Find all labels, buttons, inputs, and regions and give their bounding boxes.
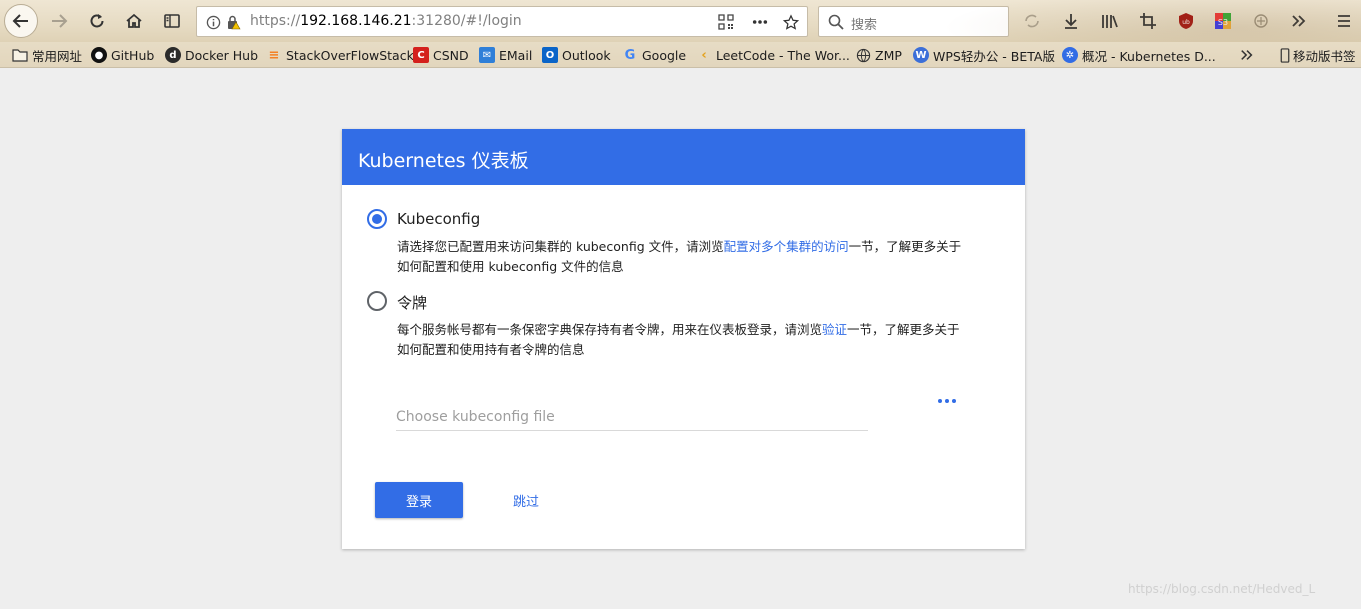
sync-icon[interactable] — [1022, 11, 1042, 31]
address-bar[interactable]: https://192.168.146.21:31280/#!/login — [196, 6, 808, 37]
menu-icon[interactable] — [1334, 11, 1354, 31]
outlook-icon: O — [542, 47, 558, 63]
bookmark-item[interactable]: G Google — [622, 46, 686, 64]
bookmark-item[interactable]: C CSND — [413, 46, 469, 64]
browse-file-button[interactable] — [935, 392, 959, 410]
kubernetes-icon: ✲ — [1062, 47, 1078, 63]
library-icon[interactable] — [1100, 11, 1120, 31]
bookmark-item[interactable]: d Docker Hub — [165, 46, 258, 64]
extension-icon[interactable] — [1251, 11, 1271, 31]
bookmark-item[interactable]: O Outlook — [542, 46, 611, 64]
token-label[interactable]: 令牌 — [397, 292, 427, 313]
qr-code-icon[interactable] — [718, 14, 734, 30]
bookmark-label: ZMP — [875, 47, 902, 63]
home-icon — [126, 13, 142, 28]
kubeconfig-radio[interactable] — [367, 209, 387, 229]
browser-toolbar: https://192.168.146.21:31280/#!/login 搜索… — [0, 0, 1361, 68]
kubeconfig-label[interactable]: Kubeconfig — [397, 210, 480, 228]
bookmark-label: GitHub — [111, 47, 155, 63]
bookmarks-overflow-button[interactable] — [1240, 46, 1254, 64]
bookmark-label: 常用网址 — [32, 48, 83, 64]
token-description: 每个服务帐号都有一条保密字典保存持有者令牌，用来在仪表板登录，请浏览验证一节，了… — [397, 322, 960, 357]
bookmark-item[interactable]: ● GitHub — [91, 46, 154, 64]
screenshot-icon[interactable] — [1138, 11, 1158, 31]
ublock-icon[interactable]: ub — [1176, 11, 1196, 31]
more-dots-icon — [938, 399, 942, 403]
docker-icon: d — [165, 47, 181, 63]
search-placeholder: 搜索 — [851, 18, 878, 33]
bookmark-item[interactable]: ✉ EMail — [479, 46, 532, 64]
forward-icon — [52, 14, 68, 28]
insecure-lock-icon[interactable] — [225, 14, 241, 30]
multi-cluster-access-link[interactable]: 配置对多个集群的访问 — [724, 239, 849, 254]
email-icon: ✉ — [479, 47, 495, 63]
bookmark-item[interactable]: ✲ 概况 - Kubernetes D... — [1062, 46, 1216, 64]
sidebar-icon — [164, 14, 180, 28]
sidebar-button[interactable] — [157, 6, 187, 36]
mobile-bookmarks-label: 移动版书签 — [1293, 48, 1356, 64]
bookmark-item[interactable]: W WPS轻办公 - BETA版 — [913, 46, 1055, 64]
card-header: Kubernetes 仪表板 — [342, 129, 1025, 185]
leetcode-icon: ‹ — [701, 47, 707, 63]
reload-icon — [90, 14, 104, 28]
google-icon: G — [624, 47, 636, 63]
bookmark-star-icon[interactable] — [783, 13, 799, 30]
search-bar[interactable]: 搜索 — [818, 6, 1009, 37]
home-button[interactable] — [119, 6, 149, 36]
bookmark-label: Google — [642, 47, 687, 63]
bookmark-label: LeetCode - The Wor... — [716, 47, 850, 63]
github-icon: ● — [91, 47, 107, 63]
reload-button[interactable] — [82, 6, 112, 36]
bookmark-label: Docker Hub — [185, 47, 258, 63]
bookmark-item[interactable]: ZMP — [855, 46, 902, 64]
s3-extension-icon[interactable]: S3 — [1213, 11, 1233, 31]
bookmark-label: StackOverFlowStack — [286, 47, 414, 63]
globe-icon — [855, 47, 871, 63]
svg-text:ub: ub — [1182, 19, 1190, 26]
overflow-icon[interactable] — [1289, 11, 1309, 31]
authentication-link[interactable]: 验证 — [822, 322, 847, 337]
chevron-double-right-icon — [1241, 50, 1253, 60]
skip-button[interactable]: 跳过 — [502, 482, 550, 518]
login-card: Kubernetes 仪表板 Kubeconfig 请选择您已配置用来访问集群的… — [342, 129, 1025, 549]
bookmarks-bar: 常用网址 ● GitHub d Docker Hub ≡ StackOverFl… — [0, 42, 1361, 68]
back-icon — [12, 14, 28, 28]
bookmark-label: WPS轻办公 - BETA版 — [933, 48, 1055, 64]
stackoverflow-icon: ≡ — [268, 47, 280, 63]
kubeconfig-description: 请选择您已配置用来访问集群的 kubeconfig 文件，请浏览配置对多个集群的… — [397, 239, 962, 274]
search-icon — [828, 14, 844, 30]
kubeconfig-file-input[interactable]: Choose kubeconfig file — [396, 401, 868, 431]
url-text[interactable]: https://192.168.146.21:31280/#!/login — [250, 13, 522, 29]
wps-icon: W — [913, 47, 929, 63]
file-input-placeholder: Choose kubeconfig file — [396, 409, 555, 425]
folder-icon — [12, 47, 28, 63]
back-button[interactable] — [4, 4, 38, 38]
page-actions-icon[interactable] — [752, 14, 768, 30]
watermark: https://blog.csdn.net/Hedved_L — [1128, 582, 1316, 596]
bookmark-item[interactable]: ‹ LeetCode - The Wor... — [696, 46, 850, 64]
download-icon[interactable] — [1061, 11, 1081, 31]
bookmark-label: Outlook — [562, 47, 611, 63]
bookmark-label: CSND — [433, 47, 469, 63]
login-button[interactable]: 登录 — [375, 482, 463, 518]
page-title: Kubernetes 仪表板 — [358, 150, 529, 172]
bookmark-item[interactable]: 常用网址 — [12, 46, 82, 64]
svg-text:S3: S3 — [1218, 18, 1228, 27]
bookmark-label: 概况 - Kubernetes D... — [1082, 48, 1216, 64]
bookmark-item[interactable]: ≡ StackOverFlowStack — [266, 46, 414, 64]
mobile-bookmarks[interactable]: 移动版书签 — [1277, 46, 1356, 64]
forward-button[interactable] — [44, 6, 74, 36]
csdn-icon: C — [413, 47, 429, 63]
mobile-icon — [1277, 47, 1293, 63]
bookmark-label: EMail — [499, 47, 533, 63]
token-radio[interactable] — [367, 291, 387, 311]
info-icon[interactable] — [205, 14, 221, 30]
